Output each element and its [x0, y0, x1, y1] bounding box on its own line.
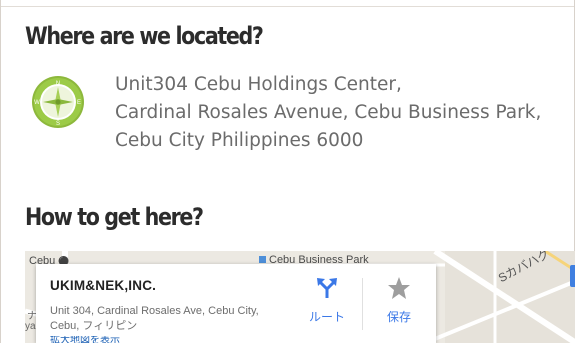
route-button[interactable]: ルート	[288, 264, 366, 343]
place-address: Unit 304, Cardinal Rosales Ave, Cebu Cit…	[50, 305, 259, 332]
top-divider	[1, 6, 574, 7]
star-icon	[387, 276, 411, 300]
compass-letter-w: W	[34, 100, 40, 106]
save-label: 保存	[386, 310, 411, 324]
save-button[interactable]: 保存	[360, 264, 438, 343]
map-control-tab[interactable]	[570, 265, 575, 287]
location-heading: Where are we located?	[25, 22, 264, 50]
location-pin-icon	[259, 256, 266, 263]
address-line-3: Cebu City Philippines 6000	[115, 130, 364, 151]
address-line-2: Cardinal Rosales Avenue, Cebu Business P…	[115, 102, 542, 123]
compass-icon: N S E W	[31, 75, 85, 129]
compass-letter-e: E	[77, 100, 81, 106]
directions-heading: How to get here?	[25, 203, 204, 231]
route-icon	[315, 276, 339, 300]
place-name: UKIM&NEK,INC.	[50, 278, 157, 293]
route-label: ルート	[308, 310, 345, 324]
larger-map-link[interactable]: 拡大地図を表示	[50, 336, 170, 343]
address-line-1: Unit304 Cebu Holdings Center,	[115, 74, 402, 95]
compass-letter-s: S	[56, 121, 60, 127]
map-info-card: UKIM&NEK,INC. Unit 304, Cardinal Rosales…	[36, 264, 436, 343]
embedded-map[interactable]: Cebu ⚫ Cebu Business Park Sカバハグ ナ ya UKI…	[25, 251, 575, 343]
map-fragment-2: ya	[25, 321, 36, 332]
page: Where are we located? N S E W Unit304 Ce…	[0, 0, 575, 343]
address-block: Unit304 Cebu Holdings Center, Cardinal R…	[115, 71, 541, 155]
compass-letter-n: N	[56, 81, 60, 87]
